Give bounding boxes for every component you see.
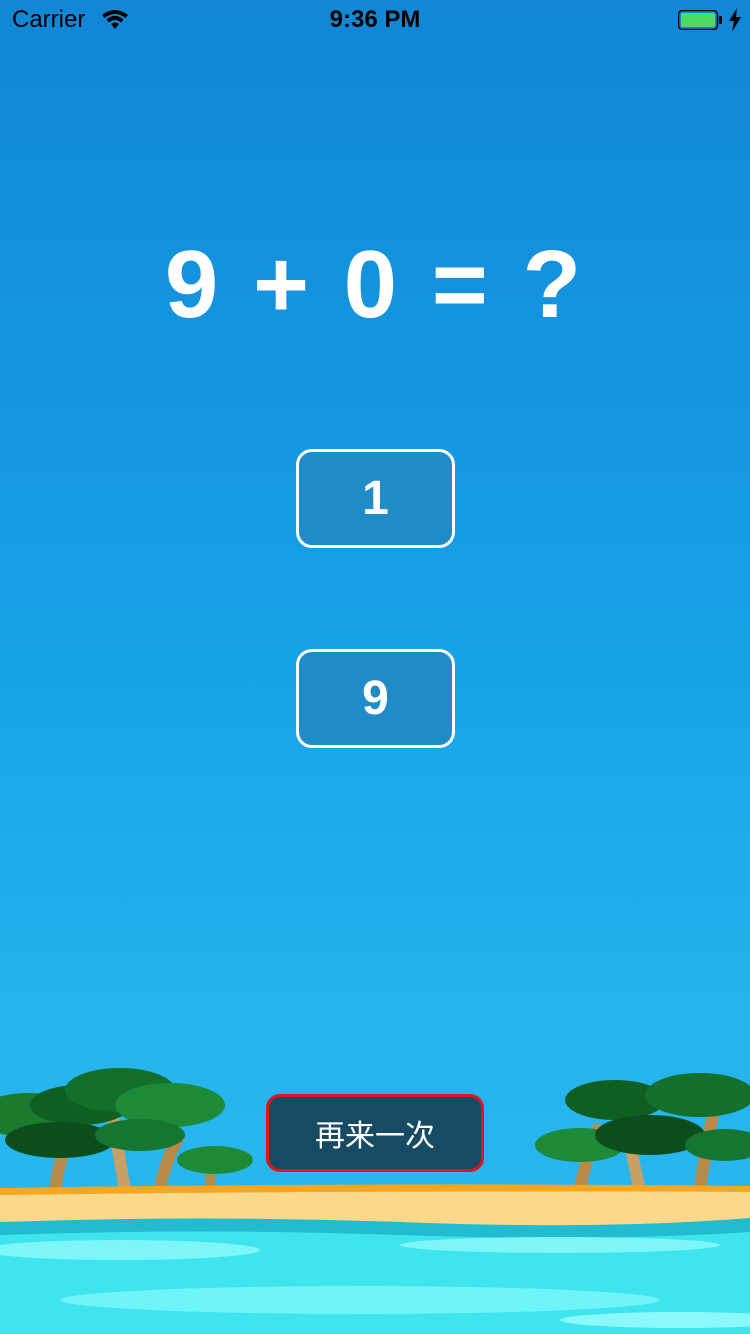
left-palm-trees xyxy=(0,1068,253,1192)
charging-bolt-icon xyxy=(729,8,741,32)
answer-option-button[interactable]: 9 xyxy=(296,649,455,748)
status-bar: Carrier 9:36 PM xyxy=(0,0,750,40)
answer-option-button[interactable]: 1 xyxy=(296,449,455,548)
right-palm-trees xyxy=(535,1073,750,1192)
math-question: 9 + 0 = ? xyxy=(164,231,586,338)
battery-icon xyxy=(678,10,722,30)
retry-button[interactable]: 再来一次 xyxy=(266,1094,484,1172)
beach-scenery-illustration xyxy=(0,1068,750,1334)
clock-time: 9:36 PM xyxy=(329,6,421,33)
